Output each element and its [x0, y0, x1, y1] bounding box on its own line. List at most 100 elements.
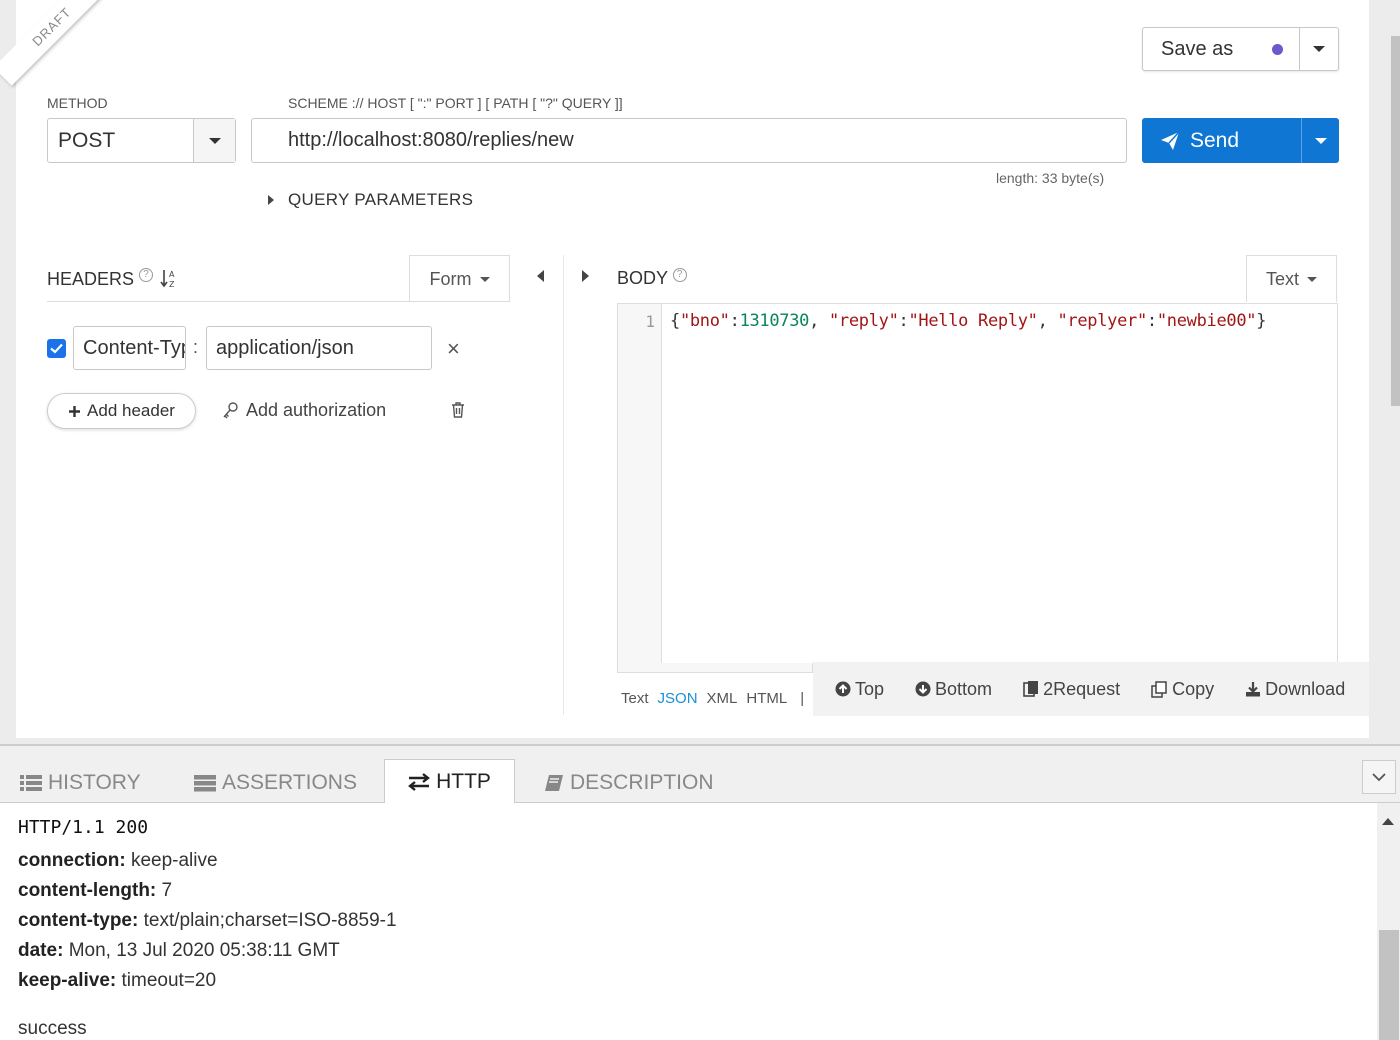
top-label: Top	[855, 678, 885, 699]
body-editor[interactable]: 1 {"bno":1310730, "reply":"Hello Reply",…	[617, 303, 1338, 663]
caret-down-icon	[1313, 46, 1325, 52]
query-parameters-toggle[interactable]: QUERY PARAMETERS	[268, 190, 473, 210]
mode-json[interactable]: JSON	[658, 690, 698, 707]
body-format-dropdown[interactable]: Text	[1246, 255, 1337, 302]
save-as-label: Save as	[1161, 37, 1234, 60]
code-comma: ,	[809, 311, 829, 331]
body-view-modes: Text JSON XML HTML |	[621, 690, 804, 707]
headers-title-text: HEADERS	[47, 269, 135, 289]
add-authorization-label: Add authorization	[246, 400, 387, 420]
code-comma: ,	[1037, 311, 1058, 331]
tab-history-label: HISTORY	[48, 770, 141, 794]
method-dropdown-toggle[interactable]	[194, 119, 235, 162]
add-authorization-link[interactable]: Add authorization	[222, 400, 386, 421]
save-as-button[interactable]: Save as	[1142, 27, 1339, 71]
caret-down-icon	[208, 137, 221, 144]
headers-title: HEADERS ? AZ	[47, 268, 178, 290]
tab-description[interactable]: DESCRIPTION	[544, 760, 714, 805]
response-header-value: text/plain;charset=ISO-8859-1	[143, 910, 397, 931]
mode-xml[interactable]: XML	[707, 690, 738, 707]
download-button[interactable]: Download	[1214, 679, 1345, 700]
body-code[interactable]: {"bno":1310730, "reply":"Hello Reply", "…	[670, 311, 1266, 331]
response-header: date: Mon, 13 Jul 2020 05:38:11 GMT	[18, 936, 1377, 966]
headers-form-dropdown[interactable]: Form	[409, 255, 510, 302]
arrow-up-circle-icon	[835, 681, 851, 697]
headers-divider	[47, 301, 510, 302]
tab-http-label: HTTP	[436, 770, 491, 793]
mode-text[interactable]: Text	[621, 690, 649, 707]
line-number: 1	[645, 312, 655, 331]
expand-right-icon[interactable]	[582, 270, 589, 282]
svg-text:A: A	[169, 270, 175, 279]
mode-html[interactable]: HTML	[746, 690, 787, 707]
remove-header-icon[interactable]: ×	[447, 336, 460, 362]
code-brace: }	[1256, 311, 1267, 331]
header-separator: :	[193, 337, 199, 357]
arrow-down-circle-icon	[915, 681, 931, 697]
response-panel: HTTP/1.1 200 connection: keep-alive cont…	[0, 803, 1377, 1040]
response-header: connection: keep-alive	[18, 846, 1377, 876]
form-label: Form	[429, 268, 472, 289]
save-as-main[interactable]: Save as	[1143, 28, 1300, 70]
paper-plane-icon	[1161, 130, 1180, 150]
collapse-left-icon[interactable]	[537, 270, 544, 282]
copy-button[interactable]: Copy	[1120, 679, 1214, 700]
main-scrollbar-thumb[interactable]	[1391, 36, 1400, 406]
send-button-group[interactable]: Send	[1142, 118, 1339, 163]
exchange-icon	[408, 773, 430, 791]
collapse-panel-button[interactable]	[1362, 760, 1396, 794]
body-title: BODY ?	[617, 268, 687, 289]
send-options-dropdown[interactable]	[1302, 118, 1339, 163]
draft-ribbon: DRAFT	[0, 0, 111, 86]
to-request-button[interactable]: 2Request	[992, 679, 1120, 700]
checkmark-icon	[50, 343, 63, 354]
scroll-bottom-button[interactable]: Bottom	[884, 679, 992, 700]
response-scrollbar-thumb[interactable]	[1379, 930, 1399, 1040]
add-header-button[interactable]: Add header	[47, 393, 196, 429]
trash-icon[interactable]	[451, 402, 465, 418]
download-icon	[1246, 682, 1261, 697]
header-enabled-checkbox[interactable]	[47, 339, 66, 358]
code-key: "replyer"	[1057, 311, 1148, 331]
scroll-up-arrow-icon[interactable]	[1382, 818, 1394, 825]
tab-description-label: DESCRIPTION	[570, 770, 714, 794]
response-header-name: keep-alive:	[18, 970, 117, 991]
code-key: "bno"	[679, 311, 730, 331]
sort-alpha-icon[interactable]: AZ	[160, 268, 178, 289]
clipboard-icon	[1023, 681, 1039, 697]
copy-icon	[1151, 680, 1167, 698]
caret-down-icon	[1314, 137, 1327, 144]
body-title-text: BODY	[617, 268, 668, 288]
response-header-value: 7	[161, 880, 173, 901]
response-header-name: content-type:	[18, 910, 139, 931]
body-format-label: Text	[1265, 268, 1299, 289]
url-input[interactable]: http://localhost:8080/replies/new	[251, 118, 1127, 163]
response-status-line: HTTP/1.1 200	[18, 817, 149, 838]
scroll-top-button[interactable]: Top	[813, 679, 884, 700]
bottom-label: Bottom	[935, 678, 993, 699]
response-header-name: date:	[18, 940, 64, 961]
send-label: Send	[1190, 128, 1240, 152]
code-brace: {	[670, 311, 680, 331]
key-icon	[223, 401, 238, 418]
unsaved-dot-icon	[1272, 43, 1283, 55]
header-value-input[interactable]: application/json	[206, 326, 432, 370]
send-button[interactable]: Send	[1142, 118, 1302, 163]
code-colon: :	[898, 311, 909, 331]
tab-http[interactable]: HTTP	[384, 759, 515, 805]
help-icon[interactable]: ?	[139, 268, 154, 282]
method-select[interactable]: POST	[47, 118, 236, 163]
response-header: keep-alive: timeout=20	[18, 966, 1377, 996]
to-request-label: 2Request	[1043, 678, 1121, 699]
expand-triangle-icon	[268, 195, 274, 205]
tab-assertions[interactable]: ASSERTIONS	[194, 760, 357, 805]
server-icon	[194, 774, 216, 791]
query-parameters-label: QUERY PARAMETERS	[288, 190, 474, 209]
add-header-label: Add header	[87, 401, 175, 420]
copy-label: Copy	[1172, 678, 1215, 699]
header-name-input[interactable]: Content-Type	[73, 326, 186, 370]
help-icon[interactable]: ?	[672, 268, 687, 282]
tab-history[interactable]: HISTORY	[20, 760, 141, 805]
code-colon: :	[1146, 311, 1157, 331]
save-options-dropdown[interactable]	[1300, 28, 1338, 70]
